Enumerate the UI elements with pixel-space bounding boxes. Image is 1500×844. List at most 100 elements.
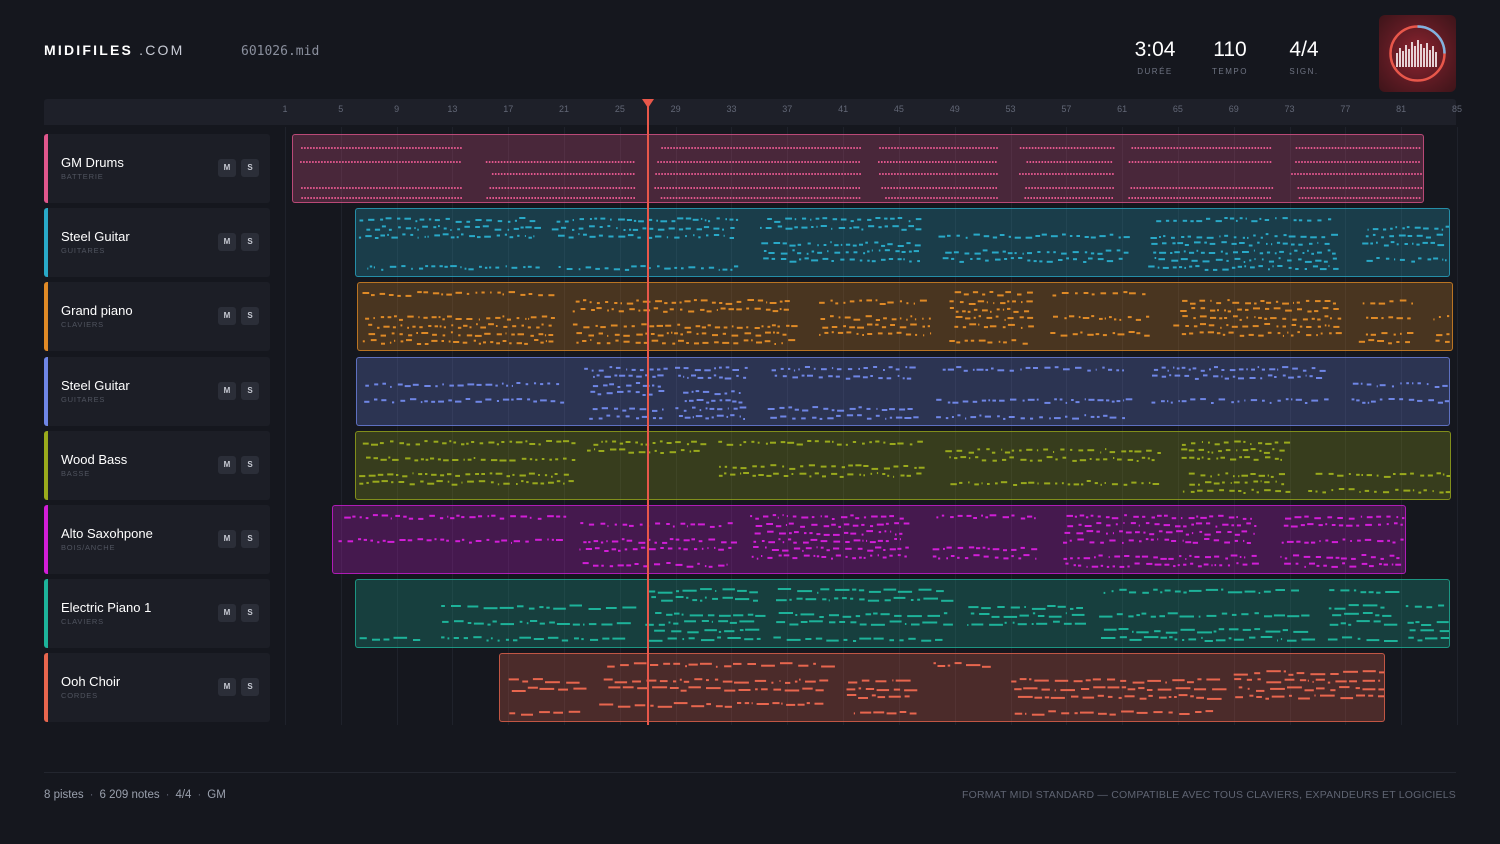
footer-notes-count: 6 209 notes (99, 789, 160, 801)
ruler-bar-label: 29 (670, 104, 681, 114)
album-cover-image (1379, 15, 1456, 92)
track-header[interactable]: Electric Piano 1 CLAVIERS M S (44, 579, 270, 648)
track-color-stripe (44, 282, 48, 351)
track-category: BASSE (61, 469, 91, 478)
ruler-bar-label: 9 (394, 104, 400, 114)
track-clip[interactable] (355, 208, 1450, 277)
track-clip[interactable] (356, 357, 1450, 426)
timeline-ruler[interactable] (44, 99, 1456, 125)
ruler-bar-label: 21 (559, 104, 570, 114)
track-clip[interactable] (355, 431, 1451, 500)
track-header[interactable]: Steel Guitar GUITARES M S (44, 357, 270, 426)
midi-notes (359, 588, 1449, 642)
track-clip[interactable] (499, 653, 1385, 722)
track-header[interactable]: Ooh Choir CORDES M S (44, 653, 270, 722)
track-clip[interactable] (292, 134, 1424, 203)
track-color-stripe (44, 357, 48, 426)
solo-button[interactable]: S (241, 233, 259, 251)
stat-duration: 3:04 DURÉE (1120, 38, 1190, 76)
ruler-bar-label: 85 (1451, 104, 1463, 114)
mute-button[interactable]: M (218, 604, 236, 622)
track-color-stripe (44, 134, 48, 203)
ruler-bar-label: 17 (503, 104, 514, 114)
track-color-stripe (44, 208, 48, 277)
solo-button[interactable]: S (241, 678, 259, 696)
playhead[interactable] (646, 101, 649, 725)
track-category: GUITARES (61, 246, 106, 255)
grid-line (340, 127, 342, 725)
solo-button[interactable]: S (241, 307, 259, 325)
track-name: Ooh Choir (61, 674, 121, 689)
track-name: GM Drums (61, 155, 124, 170)
stat-tempo-label: TEMPO (1212, 67, 1248, 76)
footer-divider (44, 772, 1456, 773)
ruler-bar-label: 73 (1284, 104, 1295, 114)
track-name: Wood Bass (61, 452, 128, 467)
header: MIDIFILES .COM 601026.mid 3:04 DURÉE 110… (0, 0, 1500, 98)
ruler-bar-label: 77 (1340, 104, 1351, 114)
footer-standard: GM (207, 789, 226, 801)
midi-notes (338, 514, 1405, 568)
ruler-bar-label: 13 (447, 104, 458, 114)
cover-art-icon (1389, 25, 1446, 82)
mute-button[interactable]: M (218, 382, 236, 400)
track-header[interactable]: Steel Guitar GUITARES M S (44, 208, 270, 277)
mute-button[interactable]: M (218, 678, 236, 696)
ruler-bar-label: 33 (726, 104, 737, 114)
track-clip[interactable] (332, 505, 1406, 574)
stat-signature: 4/4 SIGN. (1269, 38, 1339, 76)
ruler-bar-label: 25 (614, 104, 625, 114)
track-category: BATTERIE (61, 172, 104, 181)
stat-tempo: 110 TEMPO (1195, 38, 1265, 76)
ruler-bar-label: 69 (1228, 104, 1239, 114)
ruler-bar-label: 41 (838, 104, 849, 114)
brand-name-light: .COM (139, 42, 185, 58)
mute-button[interactable]: M (218, 159, 236, 177)
solo-button[interactable]: S (241, 530, 259, 548)
track-category: BOIS/ANCHE (61, 543, 116, 552)
track-header[interactable]: Alto Saxohpone BOIS/ANCHE M S (44, 505, 270, 574)
grid-line (285, 127, 286, 725)
ruler-bar-label: 65 (1172, 104, 1183, 114)
footer-signature: 4/4 (175, 789, 192, 801)
track-clip[interactable] (357, 282, 1453, 351)
track-category: CLAVIERS (61, 320, 104, 329)
track-name: Alto Saxohpone (61, 526, 153, 541)
footer-tagline: FORMAT MIDI STANDARD — COMPATIBLE AVEC T… (961, 789, 1456, 801)
solo-button[interactable]: S (241, 604, 259, 622)
stat-tempo-value: 110 (1213, 38, 1247, 61)
file-name: 601026.mid (241, 44, 320, 59)
footer-tracks-count: 8 pistes (44, 789, 84, 801)
track-header[interactable]: Wood Bass BASSE M S (44, 431, 270, 500)
grid-line (1457, 127, 1458, 725)
ruler-bar-label: 37 (782, 104, 793, 114)
midi-notes (358, 217, 1449, 271)
solo-button[interactable]: S (241, 159, 259, 177)
midi-notes (300, 147, 1423, 199)
track-color-stripe (44, 505, 48, 574)
ruler-bar-label: 45 (893, 104, 904, 114)
solo-button[interactable]: S (241, 382, 259, 400)
track-name: Electric Piano 1 (61, 600, 152, 615)
stat-signature-label: SIGN. (1289, 67, 1319, 76)
solo-button[interactable]: S (241, 456, 259, 474)
stat-duration-label: DURÉE (1137, 67, 1173, 76)
mute-button[interactable]: M (218, 233, 236, 251)
track-color-stripe (44, 653, 48, 722)
mute-button[interactable]: M (218, 456, 236, 474)
track-name: Steel Guitar (61, 229, 130, 244)
track-header[interactable]: Grand piano CLAVIERS M S (44, 282, 270, 351)
brand-logo[interactable]: MIDIFILES .COM (44, 42, 184, 58)
ruler-bar-label: 1 (282, 104, 288, 114)
mute-button[interactable]: M (218, 530, 236, 548)
footer-summary: 8 pistes · 6 209 notes · 4/4 · GM (44, 789, 226, 801)
track-category: CORDES (61, 691, 98, 700)
track-clip[interactable] (355, 579, 1450, 648)
ruler-bar-label: 5 (338, 104, 344, 114)
track-header[interactable]: GM Drums BATTERIE M S (44, 134, 270, 203)
midi-notes (508, 662, 1384, 716)
midi-notes (364, 366, 1449, 420)
stat-duration-value: 3:04 (1134, 38, 1176, 61)
ruler-bar-label: 61 (1117, 104, 1128, 114)
mute-button[interactable]: M (218, 307, 236, 325)
